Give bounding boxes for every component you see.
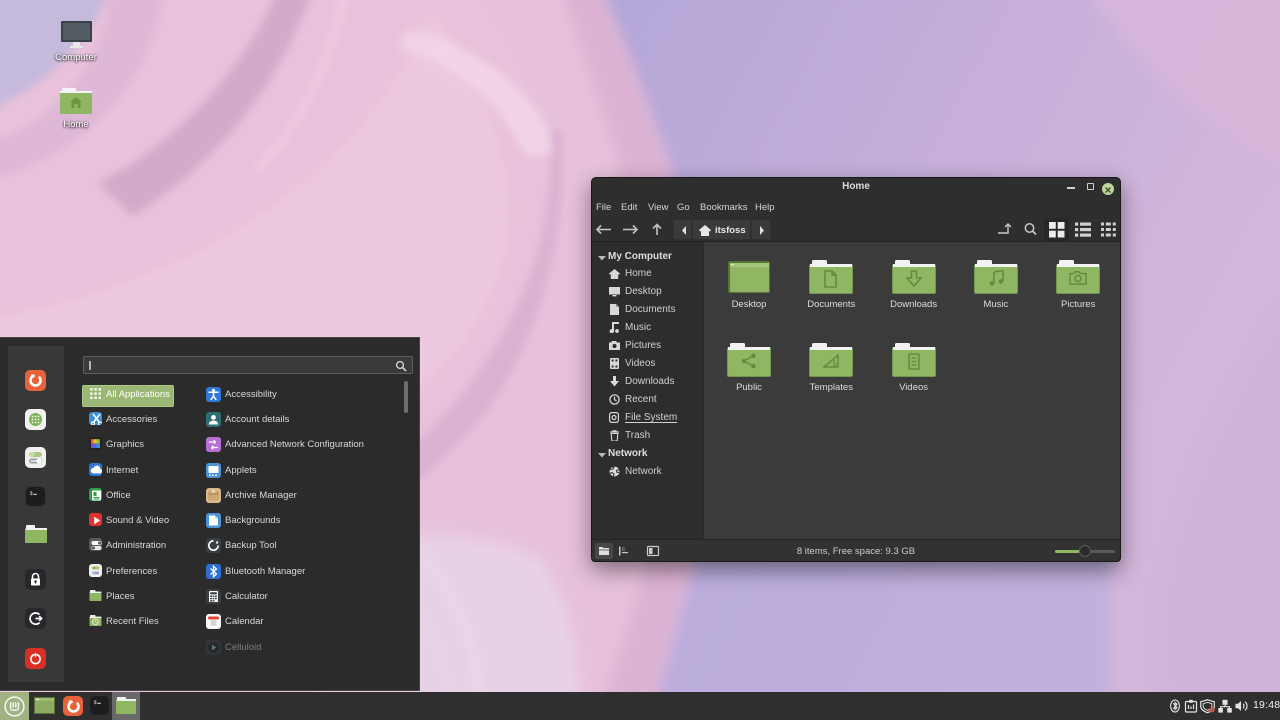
svg-text:$: $	[94, 699, 98, 706]
svg-text:$: $	[30, 490, 34, 497]
